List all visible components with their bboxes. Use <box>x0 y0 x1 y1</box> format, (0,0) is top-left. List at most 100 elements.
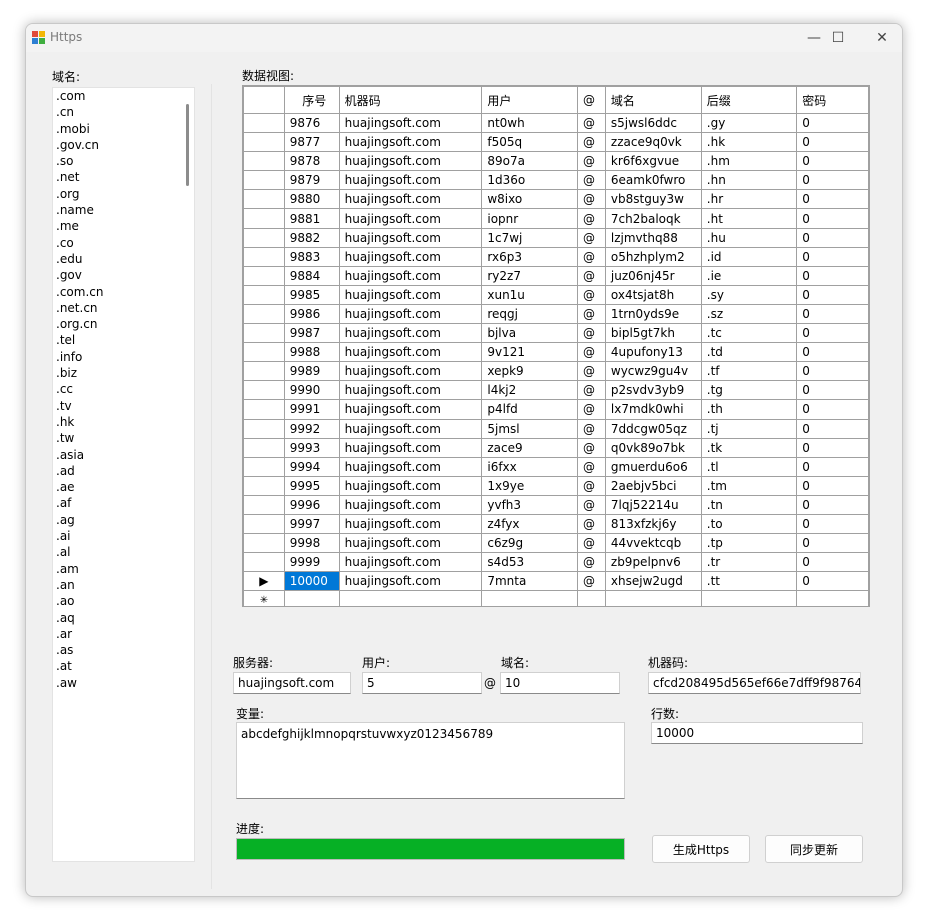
table-cell[interactable]: 10000 <box>283 571 340 592</box>
table-cell[interactable]: 0 <box>796 246 869 267</box>
table-cell[interactable]: huajingsoft.com <box>338 399 483 420</box>
table-cell[interactable]: 0 <box>796 342 869 363</box>
table-cell[interactable]: 1d36o <box>481 170 578 191</box>
table-cell[interactable]: 0 <box>796 151 869 172</box>
table-cell[interactable]: 7lqj52214u <box>604 494 702 515</box>
table-row[interactable]: 9990 huajingsoft.com l4kj2 @ p2svdv3yb9 .tg 0 <box>243 380 869 401</box>
table-cell[interactable]: 9878 <box>283 151 340 172</box>
list-item[interactable]: .af <box>53 495 194 511</box>
list-item[interactable]: .me <box>53 218 194 234</box>
row-count-input[interactable]: 10000 <box>651 722 863 744</box>
table-cell[interactable]: iopnr <box>481 208 578 229</box>
list-item[interactable]: .info <box>53 349 194 365</box>
table-cell[interactable]: .ie <box>700 265 798 286</box>
table-cell[interactable]: 9990 <box>283 380 340 401</box>
table-cell[interactable]: 9876 <box>283 112 340 134</box>
table-cell[interactable]: juz06nj45r <box>604 265 702 286</box>
row-header[interactable] <box>243 399 285 420</box>
table-row[interactable]: 9995 huajingsoft.com 1x9ye @2aebjv5bci .tm 0 <box>243 475 869 496</box>
table-cell[interactable]: huajingsoft.com <box>338 513 483 535</box>
table-cell[interactable]: 9986 <box>283 303 340 325</box>
table-cell[interactable]: 0 <box>796 513 869 535</box>
list-item[interactable]: .gov.cn <box>53 137 194 153</box>
table-cell[interactable]: @ <box>576 418 606 439</box>
row-header[interactable] <box>243 342 285 363</box>
list-item[interactable]: .com <box>53 88 194 104</box>
table-cell[interactable]: @ <box>576 361 606 382</box>
table-cell[interactable]: .tt <box>700 571 798 592</box>
table-row[interactable]: 9878 huajingsoft.com 89o7a @ kr6f6xgvue .hm 0 <box>243 151 869 172</box>
list-item[interactable]: .as <box>53 642 194 658</box>
table-row[interactable]: ▶ 10000 huajingsoft.com 7mnta @ xhsejw2ugd .tt… <box>243 571 869 592</box>
table-cell[interactable]: q0vk89o7bk <box>604 437 702 458</box>
row-header[interactable] <box>243 170 285 191</box>
row-header[interactable] <box>243 361 285 382</box>
table-cell[interactable]: .tr <box>700 552 798 573</box>
table-row[interactable]: 9876 huajingsoft.com nt0wh @ s5jwsl6ddc .gy 0 <box>243 112 869 134</box>
table-cell[interactable]: @ <box>576 533 606 554</box>
table-cell[interactable]: huajingsoft.com <box>338 533 483 554</box>
table-cell[interactable]: 89o7a <box>481 151 578 172</box>
table-cell[interactable]: .tn <box>700 494 798 515</box>
table-cell[interactable]: 7ddcgw05qz <box>604 418 702 439</box>
table-cell[interactable]: xhsejw2ugd <box>604 571 702 592</box>
table-cell[interactable]: 0 <box>796 494 869 515</box>
table-cell[interactable]: .tc <box>700 323 798 344</box>
table-row[interactable]: 9996 huajingsoft.com yvfh3 @7lqj52214u .tn 0 <box>243 494 869 515</box>
table-cell[interactable]: huajingsoft.com <box>338 170 483 191</box>
row-header[interactable] <box>243 246 285 267</box>
table-cell[interactable]: .tp <box>700 533 798 554</box>
table-cell[interactable]: 0 <box>796 456 869 477</box>
table-cell[interactable]: z4fyx <box>481 513 578 535</box>
table-cell[interactable]: 0 <box>796 571 869 592</box>
table-row[interactable]: 9992 huajingsoft.com 5jmsl @7ddcgw05qz .tj 0 <box>243 418 869 439</box>
row-header[interactable] <box>243 151 285 172</box>
table-cell[interactable]: 813xfzkj6y <box>604 513 702 535</box>
table-cell[interactable]: huajingsoft.com <box>338 475 483 496</box>
table-cell[interactable]: @ <box>576 284 606 305</box>
table-cell[interactable]: vb8stguy3w <box>604 189 702 210</box>
table-cell[interactable]: .hu <box>700 227 798 248</box>
domain-input[interactable]: 10 <box>500 672 620 694</box>
row-header[interactable] <box>243 418 285 439</box>
list-item[interactable]: .org <box>53 186 194 202</box>
list-item[interactable]: .asia <box>53 447 194 463</box>
row-header[interactable] <box>243 208 285 229</box>
table-cell[interactable] <box>283 590 340 606</box>
table-cell[interactable]: 9988 <box>283 342 340 363</box>
table-cell[interactable]: f505q <box>481 132 578 153</box>
table-cell[interactable]: huajingsoft.com <box>338 112 483 134</box>
table-cell[interactable]: .tk <box>700 437 798 458</box>
table-cell[interactable]: i6fxx <box>481 456 578 477</box>
table-cell[interactable]: .td <box>700 342 798 363</box>
table-cell[interactable]: 1trn0yds9e <box>604 303 702 325</box>
table-cell[interactable]: w8ixo <box>481 189 578 210</box>
listbox-scrollbar[interactable] <box>186 104 189 186</box>
table-cell[interactable]: 9985 <box>283 284 340 305</box>
table-cell[interactable]: xun1u <box>481 284 578 305</box>
row-header[interactable] <box>243 112 285 134</box>
domain-listbox[interactable]: .com .cn .mobi .gov.cn .so .net .org .name .me .c… <box>52 87 195 862</box>
table-row[interactable]: 9882 huajingsoft.com 1c7wj @ lzjmvthq88 .hu 0 <box>243 227 869 248</box>
list-item[interactable]: .ad <box>53 463 194 479</box>
table-cell[interactable]: 9999 <box>283 552 340 573</box>
table-cell[interactable]: @ <box>576 208 606 229</box>
table-cell[interactable]: 9883 <box>283 246 340 267</box>
table-cell[interactable]: 0 <box>796 303 869 325</box>
table-cell[interactable]: @ <box>576 399 606 420</box>
table-cell[interactable]: reqgj <box>481 303 578 325</box>
table-cell[interactable]: huajingsoft.com <box>338 571 483 592</box>
list-item[interactable]: .tv <box>53 398 194 414</box>
table-cell[interactable]: .hr <box>700 189 798 210</box>
table-cell[interactable]: zzace9q0vk <box>604 132 702 153</box>
table-cell[interactable]: 9993 <box>283 437 340 458</box>
table-cell[interactable]: ry2z7 <box>481 265 578 286</box>
table-cell[interactable]: @ <box>576 552 606 573</box>
table-cell[interactable]: .th <box>700 399 798 420</box>
table-cell[interactable] <box>796 590 869 606</box>
table-cell[interactable]: 9881 <box>283 208 340 229</box>
table-cell[interactable]: huajingsoft.com <box>338 189 483 210</box>
table-cell[interactable]: @ <box>576 170 606 191</box>
table-cell[interactable]: .hn <box>700 170 798 191</box>
table-cell[interactable] <box>576 590 606 606</box>
